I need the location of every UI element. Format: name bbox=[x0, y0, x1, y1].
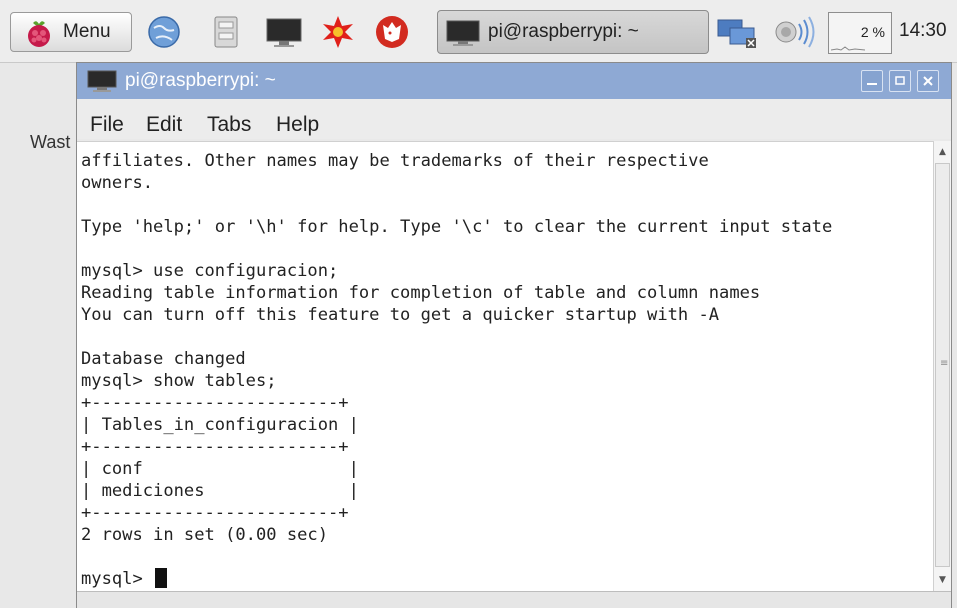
file-manager-icon[interactable] bbox=[208, 14, 244, 50]
wolfram-icon[interactable] bbox=[320, 14, 356, 50]
terminal-task-button[interactable]: pi@raspberrypi: ~ bbox=[437, 10, 709, 54]
terminal-line: | conf | bbox=[81, 459, 359, 479]
task-label: pi@raspberrypi: ~ bbox=[488, 21, 639, 42]
terminal-line: 2 rows in set (0.00 sec) bbox=[81, 525, 328, 545]
terminal-line: +------------------------+ bbox=[81, 503, 349, 523]
menu-file[interactable]: File bbox=[90, 113, 124, 137]
close-icon bbox=[923, 76, 933, 86]
web-browser-icon[interactable] bbox=[146, 14, 182, 50]
terminal-window: pi@raspberrypi: ~ File Edit Tabs Help af… bbox=[76, 62, 952, 608]
menu-button[interactable]: Menu bbox=[10, 12, 132, 52]
raspberry-pi-icon bbox=[23, 17, 55, 53]
terminal-line: mysql> show tables; bbox=[81, 371, 277, 391]
menu-label: Menu bbox=[63, 21, 111, 42]
cpu-monitor[interactable]: 2 % bbox=[828, 12, 892, 54]
terminal-prompt: mysql> bbox=[81, 569, 154, 589]
terminal-line: Type 'help;' or '\h' for help. Type '\c'… bbox=[81, 217, 833, 237]
terminal-line: owners. bbox=[81, 173, 154, 193]
scroll-up-icon[interactable]: ▲ bbox=[935, 144, 950, 160]
terminal-line: affiliates. Other names may be trademark… bbox=[81, 151, 709, 171]
scrollbar-thumb[interactable]: ≡ bbox=[935, 163, 950, 567]
terminal-line: +------------------------+ bbox=[81, 437, 349, 457]
text-cursor bbox=[155, 568, 168, 588]
clock[interactable]: 14:30 bbox=[899, 20, 947, 42]
taskbar: Menu pi@raspberrypi: ~ 2 % 14:30 bbox=[0, 0, 957, 63]
vertical-scrollbar[interactable]: ▲ ≡ ▼ bbox=[933, 141, 951, 591]
terminal-line: Reading table information for completion… bbox=[81, 283, 761, 303]
maximize-icon bbox=[895, 76, 905, 85]
window-bottom-border bbox=[77, 591, 951, 608]
terminal-line: You can turn off this feature to get a q… bbox=[81, 305, 720, 325]
minimize-button[interactable] bbox=[861, 70, 883, 92]
network-icon[interactable] bbox=[716, 14, 760, 54]
menu-tabs[interactable]: Tabs bbox=[207, 113, 251, 137]
terminal-icon bbox=[87, 69, 117, 97]
menu-help[interactable]: Help bbox=[276, 113, 319, 137]
menu-edit[interactable]: Edit bbox=[146, 113, 182, 137]
terminal-prompt-line[interactable]: mysql> bbox=[81, 568, 168, 590]
mathematica-icon[interactable] bbox=[374, 14, 410, 50]
terminal-line: mysql> use configuracion; bbox=[81, 261, 339, 281]
terminal-line: | Tables_in_configuracion | bbox=[81, 415, 359, 435]
terminal-icon[interactable] bbox=[264, 14, 302, 50]
desktop-icon-label[interactable]: Wast bbox=[30, 132, 70, 153]
terminal-icon bbox=[446, 18, 480, 52]
terminal-line: | mediciones | bbox=[81, 481, 359, 501]
window-title: pi@raspberrypi: ~ bbox=[125, 70, 276, 91]
cpu-graph bbox=[831, 46, 865, 51]
scroll-down-icon[interactable]: ▼ bbox=[935, 572, 950, 588]
cpu-usage: 2 % bbox=[860, 24, 885, 40]
scroll-grip-icon: ≡ bbox=[940, 358, 949, 369]
terminal-output[interactable]: affiliates. Other names may be trademark… bbox=[77, 141, 933, 592]
minimize-icon bbox=[867, 83, 877, 85]
maximize-button[interactable] bbox=[889, 70, 911, 92]
volume-icon[interactable] bbox=[768, 14, 822, 54]
close-button[interactable] bbox=[917, 70, 939, 92]
window-titlebar[interactable]: pi@raspberrypi: ~ bbox=[77, 63, 951, 99]
terminal-line: +------------------------+ bbox=[81, 393, 349, 413]
window-menubar: File Edit Tabs Help bbox=[77, 99, 951, 139]
terminal-line: Database changed bbox=[81, 349, 246, 369]
